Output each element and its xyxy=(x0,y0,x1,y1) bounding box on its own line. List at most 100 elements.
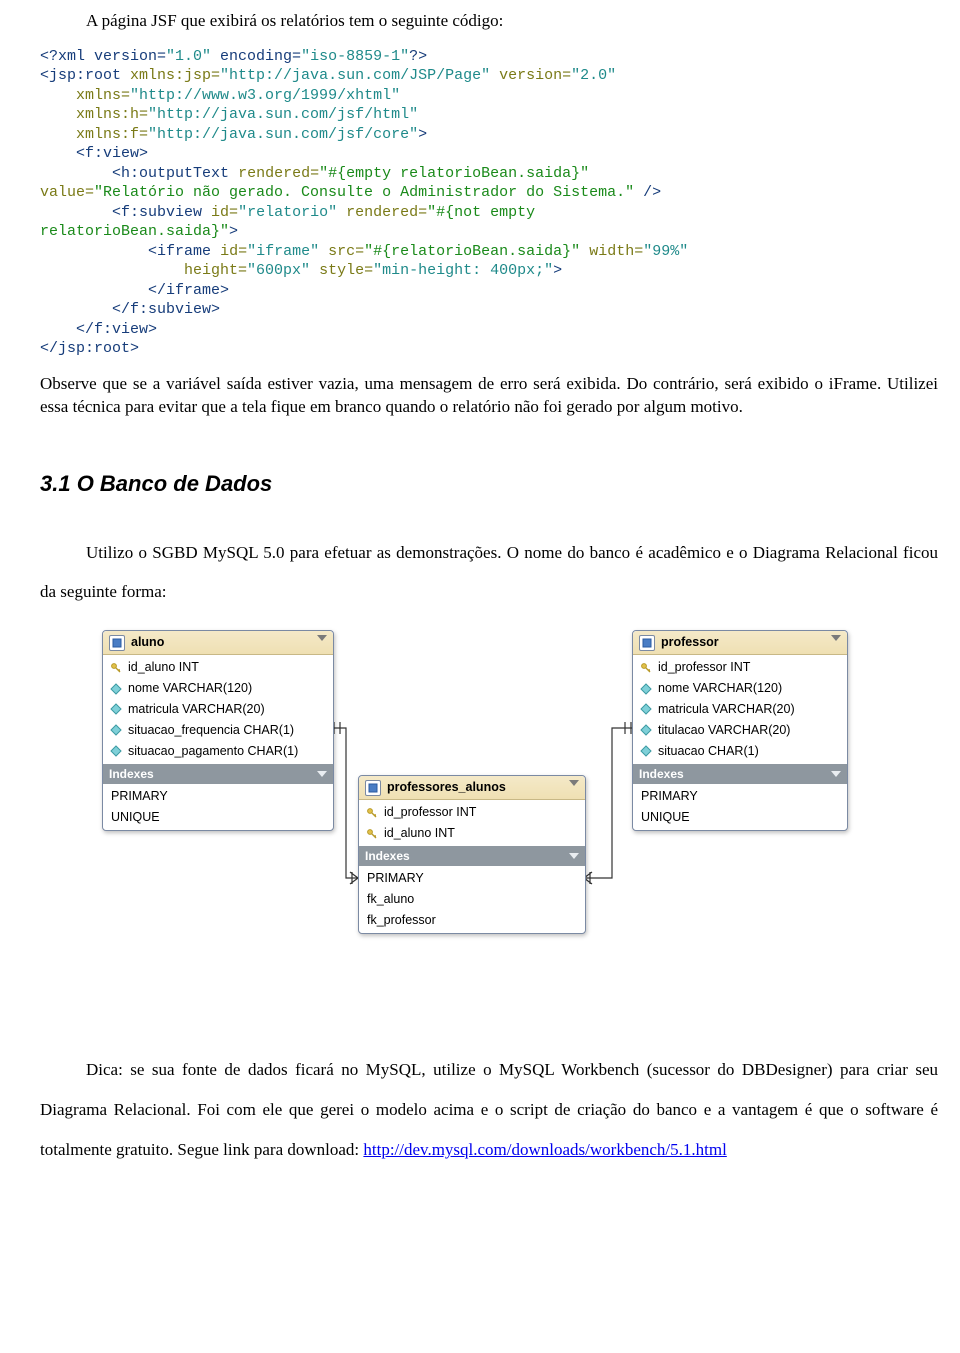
code-token: "99%" xyxy=(643,243,688,260)
tip-paragraph: Dica: se sua fonte de dados ficará no My… xyxy=(40,1050,938,1170)
code-token: /> xyxy=(634,184,661,201)
code-token: <h:outputText xyxy=(112,165,229,182)
chevron-down-icon xyxy=(317,635,327,641)
indexes-section: Indexes xyxy=(103,764,333,784)
code-token: rendered= xyxy=(238,165,319,182)
column-label: situacao CHAR(1) xyxy=(658,743,759,760)
intro-paragraph: A página JSF que exibirá os relatórios t… xyxy=(40,10,938,33)
column-label: nome VARCHAR(120) xyxy=(658,680,782,697)
column-row: id_aluno INT xyxy=(103,657,333,678)
table-header: professor xyxy=(633,631,847,655)
code-token: style= xyxy=(319,262,373,279)
code-token: <f:view> xyxy=(76,145,148,162)
table-icon xyxy=(109,635,125,651)
diamond-icon xyxy=(639,703,652,716)
table-icon xyxy=(365,780,381,796)
code-token: "http://java.sun.com/jsf/html" xyxy=(148,106,418,123)
code-token: </iframe> xyxy=(148,282,229,299)
key-icon xyxy=(109,661,122,674)
code-token: height= xyxy=(184,262,247,279)
code-token: "http://java.sun.com/JSP/Page" xyxy=(220,67,490,84)
code-block: <?xml version="1.0" encoding="iso-8859-1… xyxy=(40,47,938,359)
code-token: xmlns= xyxy=(76,87,130,104)
index-row: UNIQUE xyxy=(633,807,847,828)
diamond-icon xyxy=(109,682,122,695)
column-label: situacao_frequencia CHAR(1) xyxy=(128,722,294,739)
column-row: id_professor INT xyxy=(359,802,585,823)
code-token: "http://java.sun.com/jsf/core" xyxy=(148,126,418,143)
column-row: nome VARCHAR(120) xyxy=(633,678,847,699)
code-token: <jsp:root xyxy=(40,67,121,84)
column-row: nome VARCHAR(120) xyxy=(103,678,333,699)
table-professores-alunos: professores_alunos id_professor INT id_a… xyxy=(358,775,586,933)
code-token: value= xyxy=(40,184,94,201)
column-label: matricula VARCHAR(20) xyxy=(658,701,795,718)
table-professor: professor id_professor INT nome VARCHAR(… xyxy=(632,630,848,830)
table-title: professor xyxy=(661,634,719,651)
column-row: situacao_frequencia CHAR(1) xyxy=(103,720,333,741)
code-token: ?> xyxy=(409,48,427,65)
column-label: matricula VARCHAR(20) xyxy=(128,701,265,718)
chevron-down-icon xyxy=(831,635,841,641)
column-label: situacao_pagamento CHAR(1) xyxy=(128,743,298,760)
chevron-down-icon xyxy=(569,853,579,859)
index-row: UNIQUE xyxy=(103,807,333,828)
table-header: professores_alunos xyxy=(359,776,585,800)
diamond-icon xyxy=(109,703,122,716)
diamond-icon xyxy=(639,724,652,737)
code-token: </f:view> xyxy=(76,321,157,338)
indexes-section: Indexes xyxy=(359,846,585,866)
code-token: <f:subview xyxy=(112,204,202,221)
indexes-label: Indexes xyxy=(365,848,410,864)
diamond-icon xyxy=(109,724,122,737)
diamond-icon xyxy=(109,745,122,758)
diamond-icon xyxy=(639,682,652,695)
code-token: "2.0" xyxy=(571,67,616,84)
column-label: id_professor INT xyxy=(384,804,476,821)
index-row: PRIMARY xyxy=(359,868,585,889)
section-heading: 3.1 O Banco de Dados xyxy=(40,469,938,499)
column-row: id_aluno INT xyxy=(359,823,585,844)
table-icon xyxy=(639,635,655,651)
code-token: > xyxy=(553,262,562,279)
code-token: id= xyxy=(211,204,238,221)
code-token: id= xyxy=(220,243,247,260)
table-header: aluno xyxy=(103,631,333,655)
table-title: aluno xyxy=(131,634,164,651)
code-token: > xyxy=(418,126,427,143)
chevron-down-icon xyxy=(569,780,579,786)
column-row: situacao CHAR(1) xyxy=(633,741,847,762)
key-icon xyxy=(639,661,652,674)
indexes-label: Indexes xyxy=(109,766,154,782)
indexes-label: Indexes xyxy=(639,766,684,782)
code-token: "iframe" xyxy=(247,243,319,260)
code-token: <iframe xyxy=(148,243,211,260)
index-row: fk_professor xyxy=(359,910,585,931)
index-row: fk_aluno xyxy=(359,889,585,910)
code-token: encoding= xyxy=(211,48,301,65)
column-label: nome VARCHAR(120) xyxy=(128,680,252,697)
er-diagram: aluno id_aluno INT nome VARCHAR(120) mat… xyxy=(102,630,862,1030)
code-token: relatorioBean.saida}" xyxy=(40,223,229,240)
code-token: xmlns:h= xyxy=(76,106,148,123)
column-label: id_aluno INT xyxy=(384,825,455,842)
code-token: src= xyxy=(328,243,364,260)
download-link[interactable]: http://dev.mysql.com/downloads/workbench… xyxy=(363,1140,726,1159)
chevron-down-icon xyxy=(317,771,327,777)
key-icon xyxy=(365,827,378,840)
code-token: </jsp:root> xyxy=(40,340,139,357)
code-token: rendered= xyxy=(346,204,427,221)
code-token: <?xml version= xyxy=(40,48,166,65)
chevron-down-icon xyxy=(831,771,841,777)
column-label: id_aluno INT xyxy=(128,659,199,676)
column-label: titulacao VARCHAR(20) xyxy=(658,722,790,739)
code-token: "Relatório não gerado. Consulte o Admini… xyxy=(94,184,634,201)
table-aluno: aluno id_aluno INT nome VARCHAR(120) mat… xyxy=(102,630,334,830)
index-row: PRIMARY xyxy=(633,786,847,807)
indexes-section: Indexes xyxy=(633,764,847,784)
code-token: xmlns:f= xyxy=(76,126,148,143)
code-token: "relatorio" xyxy=(238,204,337,221)
code-token: version= xyxy=(499,67,571,84)
code-token: </f:subview> xyxy=(112,301,220,318)
table-title: professores_alunos xyxy=(387,779,506,796)
